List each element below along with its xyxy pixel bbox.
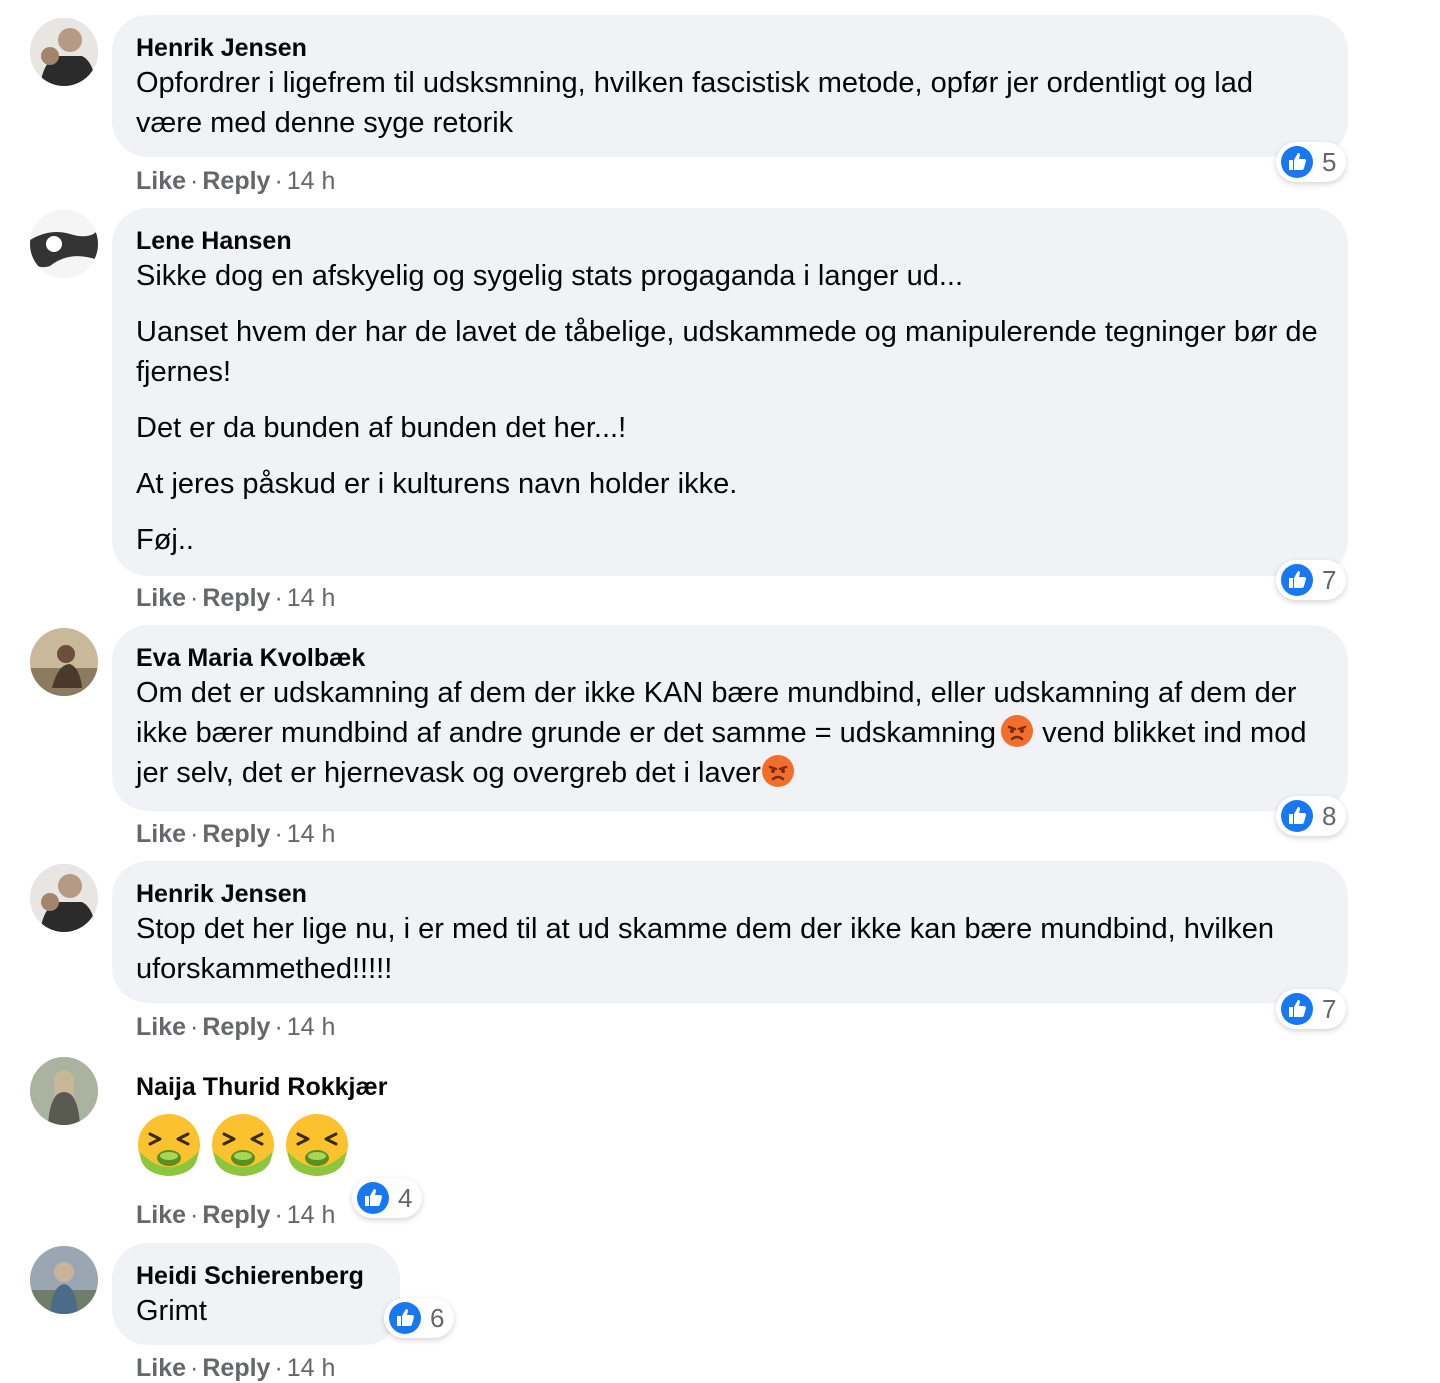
reaction-count: 6 xyxy=(430,1303,445,1333)
avatar-photo xyxy=(30,628,98,696)
reaction-count: 4 xyxy=(398,1183,413,1213)
comment-bubble: Lene Hansen Sikke dog en afskyelig og sy… xyxy=(112,208,1348,576)
reaction-summary[interactable]: 5 xyxy=(1276,142,1347,182)
nauseated-face-icon xyxy=(136,1112,202,1178)
comment-paragraph: At jeres påskud er i kulturens navn hold… xyxy=(136,468,738,500)
angry-face-icon xyxy=(1000,714,1034,748)
reaction-summary[interactable]: 7 xyxy=(1276,989,1347,1029)
avatar[interactable] xyxy=(30,1057,98,1125)
avatar[interactable] xyxy=(30,864,98,932)
comment-bubble: Henrik Jensen Stop det her lige nu, i er… xyxy=(112,861,1348,1003)
comment-bubble: Heidi Schierenberg Grimt xyxy=(112,1243,400,1345)
like-button[interactable]: Like xyxy=(136,584,186,612)
comment-text: Opfordrer i ligefrem til udsksmning, hvi… xyxy=(136,67,1253,139)
comment-text: Grimt xyxy=(136,1295,207,1327)
comment-actions: Like · Reply · 14 h xyxy=(136,167,336,195)
comment-actions: Like · Reply · 14 h xyxy=(136,1201,336,1229)
like-button[interactable]: Like xyxy=(136,167,186,195)
avatar[interactable] xyxy=(30,18,98,86)
comment-text: Stop det her lige nu, i er med til at ud… xyxy=(136,913,1275,985)
like-button[interactable]: Like xyxy=(136,820,186,848)
reaction-summary[interactable]: 6 xyxy=(384,1298,455,1338)
timestamp[interactable]: 14 h xyxy=(287,1354,336,1382)
author-name[interactable]: Naija Thurid Rokkjær xyxy=(136,1072,488,1102)
like-reaction-icon xyxy=(1281,800,1313,832)
timestamp[interactable]: 14 h xyxy=(287,1201,336,1229)
nauseated-face-icon xyxy=(210,1112,276,1178)
like-reaction-icon xyxy=(1281,146,1313,178)
reaction-count: 5 xyxy=(1322,147,1337,177)
like-reaction-icon xyxy=(389,1302,421,1334)
comment-paragraph: Uanset hvem der har de lavet de tåbelige… xyxy=(136,316,1318,388)
avatar-photo xyxy=(30,210,98,278)
comment-text: Sikke dog en afskyelig og sygelig stats … xyxy=(136,256,1324,560)
like-button[interactable]: Like xyxy=(136,1013,186,1041)
comment-bubble: Henrik Jensen Opfordrer i ligefrem til u… xyxy=(112,15,1348,157)
timestamp[interactable]: 14 h xyxy=(287,1013,336,1041)
like-reaction-icon xyxy=(1281,993,1313,1025)
avatar[interactable] xyxy=(30,628,98,696)
reply-button[interactable]: Reply xyxy=(202,1354,270,1382)
reply-button[interactable]: Reply xyxy=(202,820,270,848)
timestamp[interactable]: 14 h xyxy=(287,820,336,848)
avatar-photo xyxy=(30,864,98,932)
emoji-row xyxy=(136,1112,488,1178)
angry-face-icon xyxy=(761,754,795,788)
avatar-photo xyxy=(30,1057,98,1125)
author-name[interactable]: Lene Hansen xyxy=(136,226,1324,256)
nauseated-face-icon xyxy=(284,1112,350,1178)
reaction-summary[interactable]: 4 xyxy=(352,1178,423,1218)
reply-button[interactable]: Reply xyxy=(202,584,270,612)
reaction-count: 7 xyxy=(1322,994,1337,1024)
reply-button[interactable]: Reply xyxy=(202,167,270,195)
like-button[interactable]: Like xyxy=(136,1354,186,1382)
timestamp[interactable]: 14 h xyxy=(287,167,336,195)
avatar[interactable] xyxy=(30,210,98,278)
avatar-photo xyxy=(30,18,98,86)
reaction-summary[interactable]: 8 xyxy=(1276,796,1347,836)
comment-bubble: Eva Maria Kvolbæk Om det er udskamning a… xyxy=(112,625,1348,811)
reply-button[interactable]: Reply xyxy=(202,1201,270,1229)
author-name[interactable]: Henrik Jensen xyxy=(136,33,1324,63)
comment-paragraph: Føj.. xyxy=(136,524,194,556)
comment-actions: Like · Reply · 14 h xyxy=(136,820,336,848)
comment-paragraph: Det er da bunden af bunden det her...! xyxy=(136,412,627,444)
comment-actions: Like · Reply · 14 h xyxy=(136,1354,336,1382)
author-name[interactable]: Henrik Jensen xyxy=(136,879,1324,909)
timestamp[interactable]: 14 h xyxy=(287,584,336,612)
author-name[interactable]: Heidi Schierenberg xyxy=(136,1261,376,1291)
comment-body: Naija Thurid Rokkjær xyxy=(112,1054,512,1184)
reply-button[interactable]: Reply xyxy=(202,1013,270,1041)
avatar-photo xyxy=(30,1246,98,1314)
reaction-summary[interactable]: 7 xyxy=(1276,560,1347,600)
author-name[interactable]: Eva Maria Kvolbæk xyxy=(136,643,1324,673)
reaction-count: 7 xyxy=(1322,565,1337,595)
comment-paragraph: Sikke dog en afskyelig og sygelig stats … xyxy=(136,260,964,292)
comment-text: Om det er udskamning af dem der ikke KAN… xyxy=(136,673,1324,793)
reaction-count: 8 xyxy=(1322,801,1337,831)
like-reaction-icon xyxy=(357,1182,389,1214)
comment-actions: Like · Reply · 14 h xyxy=(136,1013,336,1041)
comment-actions: Like · Reply · 14 h xyxy=(136,584,336,612)
avatar[interactable] xyxy=(30,1246,98,1314)
like-button[interactable]: Like xyxy=(136,1201,186,1229)
like-reaction-icon xyxy=(1281,564,1313,596)
